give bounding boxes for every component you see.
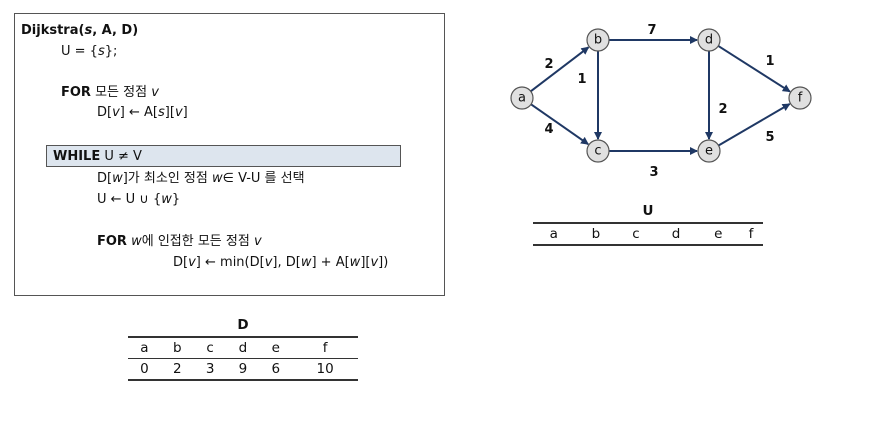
u-table: U a b c d e f (533, 202, 763, 246)
u-header-cell: c (617, 223, 655, 246)
node-f: f (788, 86, 812, 110)
node-a: a (510, 86, 534, 110)
edge-weight-a-b: 2 (544, 57, 553, 72)
node-label: c (594, 144, 601, 159)
edge-weight-d-e: 2 (718, 102, 727, 117)
node-label: f (798, 91, 803, 106)
node-label: e (705, 144, 713, 159)
d-header-cell: e (259, 337, 293, 359)
d-value-cell: 0 (128, 358, 161, 381)
node-label: d (705, 33, 713, 48)
u-table-caption: U (533, 202, 763, 224)
node-label: a (518, 91, 526, 106)
d-value-cell: 3 (193, 358, 227, 381)
u-header-cell: f (739, 223, 763, 246)
node-d: d (697, 28, 721, 52)
node-e: e (697, 139, 721, 163)
d-header-cell: c (193, 337, 227, 359)
edge-weight-d-f: 1 (765, 54, 774, 69)
u-header-cell: b (574, 223, 618, 246)
edge-e-f (718, 103, 791, 147)
edge-weight-e-f: 5 (765, 130, 774, 145)
edge-a-c (530, 103, 589, 145)
node-c: c (586, 139, 610, 163)
d-header-cell: f (292, 337, 358, 359)
d-table: D a b c d e f 0 2 3 9 6 10 (128, 316, 358, 381)
d-table-caption: D (128, 316, 358, 338)
d-header-cell: a (128, 337, 161, 359)
d-value-cell: 10 (292, 358, 358, 381)
d-header-cell: d (226, 337, 260, 359)
edge-d-f (717, 45, 791, 93)
edge-weight-b-c: 1 (577, 72, 586, 87)
node-label: b (594, 33, 602, 48)
edge-weight-a-c: 4 (544, 122, 553, 137)
node-b: b (586, 28, 610, 52)
u-header-cell: d (654, 223, 698, 246)
d-header-cell: b (160, 337, 194, 359)
edge-weight-c-e: 3 (649, 165, 658, 180)
d-value-cell: 6 (259, 358, 293, 381)
d-value-cell: 2 (160, 358, 194, 381)
u-header-cell: a (533, 223, 575, 246)
d-value-cell: 9 (226, 358, 260, 381)
u-header-cell: e (697, 223, 740, 246)
edge-weight-b-d: 7 (647, 23, 656, 38)
